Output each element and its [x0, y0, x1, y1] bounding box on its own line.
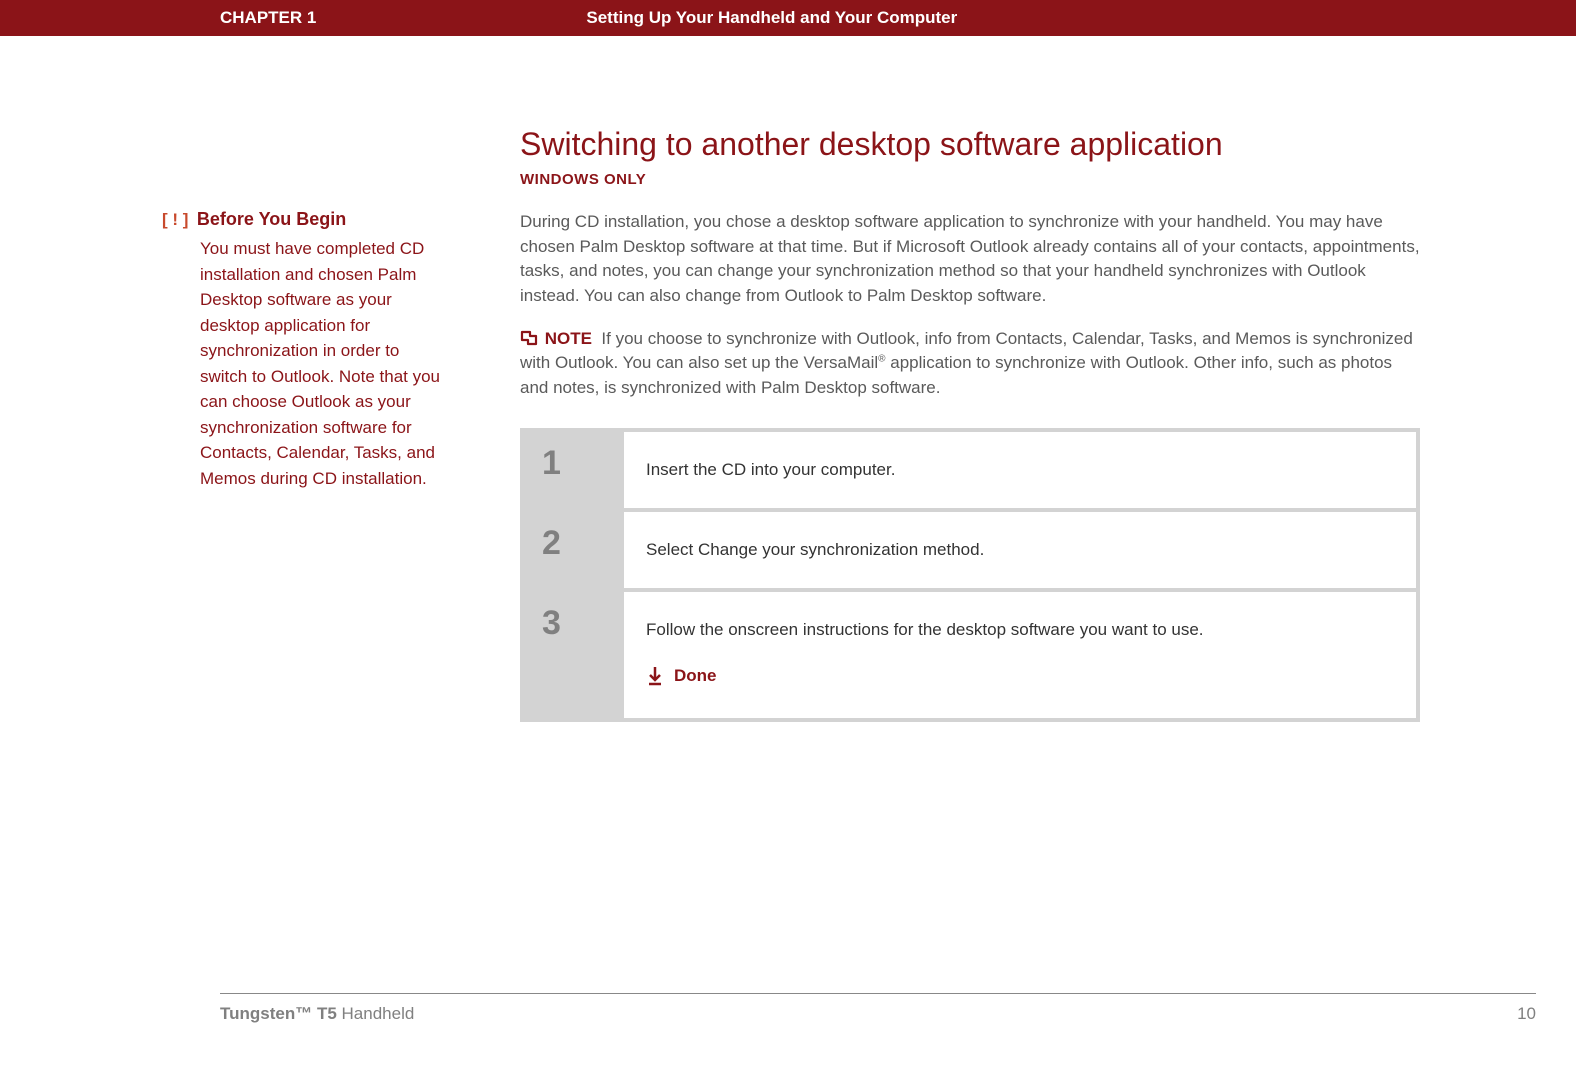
step-row: 1 Insert the CD into your computer.	[524, 432, 1416, 508]
step-number-cell: 1	[524, 432, 624, 508]
note-icon	[520, 329, 538, 345]
footer-brand: Tungsten™ T5	[220, 1004, 337, 1023]
sidebar: [ ! ] Before You Begin You must have com…	[170, 126, 470, 722]
main-content: Switching to another desktop software ap…	[520, 126, 1420, 722]
done-row: Done	[646, 664, 1394, 688]
step-content: Follow the onscreen instructions for the…	[624, 592, 1416, 718]
before-you-begin-heading: Before You Begin	[197, 209, 346, 229]
step-row: 3 Follow the onscreen instructions for t…	[524, 592, 1416, 718]
step-text: Follow the onscreen instructions for the…	[646, 620, 1204, 639]
os-label: WINDOWS ONLY	[520, 171, 1420, 188]
before-you-begin-callout: [ ! ] Before You Begin You must have com…	[162, 209, 450, 491]
before-you-begin-body: You must have completed CD installation …	[200, 236, 450, 491]
steps-container: 1 Insert the CD into your computer. 2 Se…	[520, 428, 1420, 721]
step-number-cell: 3	[524, 592, 624, 718]
step-number: 3	[542, 606, 561, 640]
done-arrow-icon	[646, 666, 664, 686]
footer-model: Handheld	[337, 1004, 415, 1023]
page-number: 10	[1517, 1004, 1536, 1024]
registered-mark: ®	[878, 354, 885, 365]
step-number: 2	[542, 526, 561, 560]
step-number: 1	[542, 446, 561, 480]
step-number-cell: 2	[524, 512, 624, 588]
alert-bracket-icon: [ ! ]	[162, 210, 188, 229]
note-block: NOTE If you choose to synchronize with O…	[520, 327, 1420, 401]
step-row: 2 Select Change your synchronization met…	[524, 512, 1416, 588]
footer-product: Tungsten™ T5 Handheld	[220, 1004, 414, 1024]
intro-paragraph: During CD installation, you chose a desk…	[520, 210, 1420, 309]
chapter-title: Setting Up Your Handheld and Your Comput…	[586, 8, 957, 28]
chapter-label: CHAPTER 1	[220, 8, 316, 28]
step-content: Select Change your synchronization metho…	[624, 512, 1416, 588]
step-content: Insert the CD into your computer.	[624, 432, 1416, 508]
note-label: NOTE	[545, 329, 592, 348]
section-title: Switching to another desktop software ap…	[520, 126, 1420, 163]
header-bar: CHAPTER 1 Setting Up Your Handheld and Y…	[0, 0, 1576, 36]
page-body: [ ! ] Before You Begin You must have com…	[0, 36, 1576, 722]
footer: Tungsten™ T5 Handheld 10	[220, 993, 1536, 1024]
done-label: Done	[674, 664, 717, 688]
